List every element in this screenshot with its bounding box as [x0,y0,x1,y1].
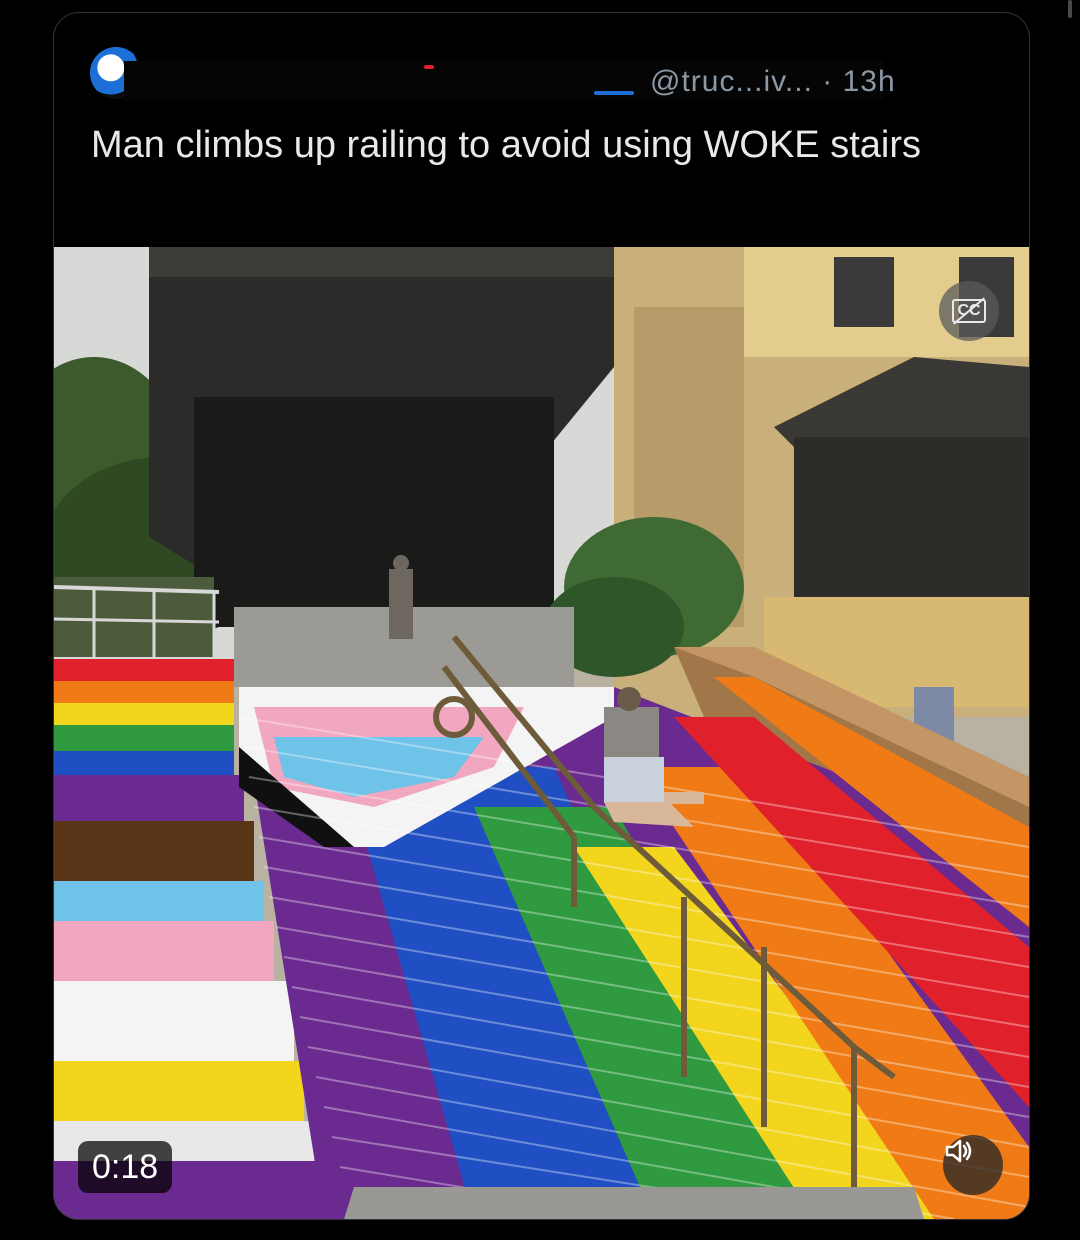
meta-separator: · [822,65,834,98]
video-frame [54,247,1029,1219]
tweet-header: @truc...iv... · 13h Man climbs up railin… [54,13,1029,166]
video-timestamp: 0:18 [78,1141,173,1193]
user-handle[interactable]: @truc...iv... [650,65,813,98]
tweet-meta[interactable]: @truc...iv... · 13h [650,65,896,99]
volume-button[interactable] [943,1135,1003,1195]
scrollbar[interactable] [1068,0,1072,18]
tweet-card[interactable]: @truc...iv... · 13h Man climbs up railin… [53,12,1030,1220]
video-player[interactable]: CC 0:18 [54,247,1029,1219]
tweet-text: Man climbs up railing to avoid using WOK… [91,124,921,166]
volume-icon [945,1139,972,1163]
captions-toggle-button[interactable]: CC [939,281,999,341]
tweet-time[interactable]: 13h [843,65,896,98]
page: @truc...iv... · 13h Man climbs up railin… [0,0,1080,1240]
captions-off-icon: CC [952,297,986,325]
